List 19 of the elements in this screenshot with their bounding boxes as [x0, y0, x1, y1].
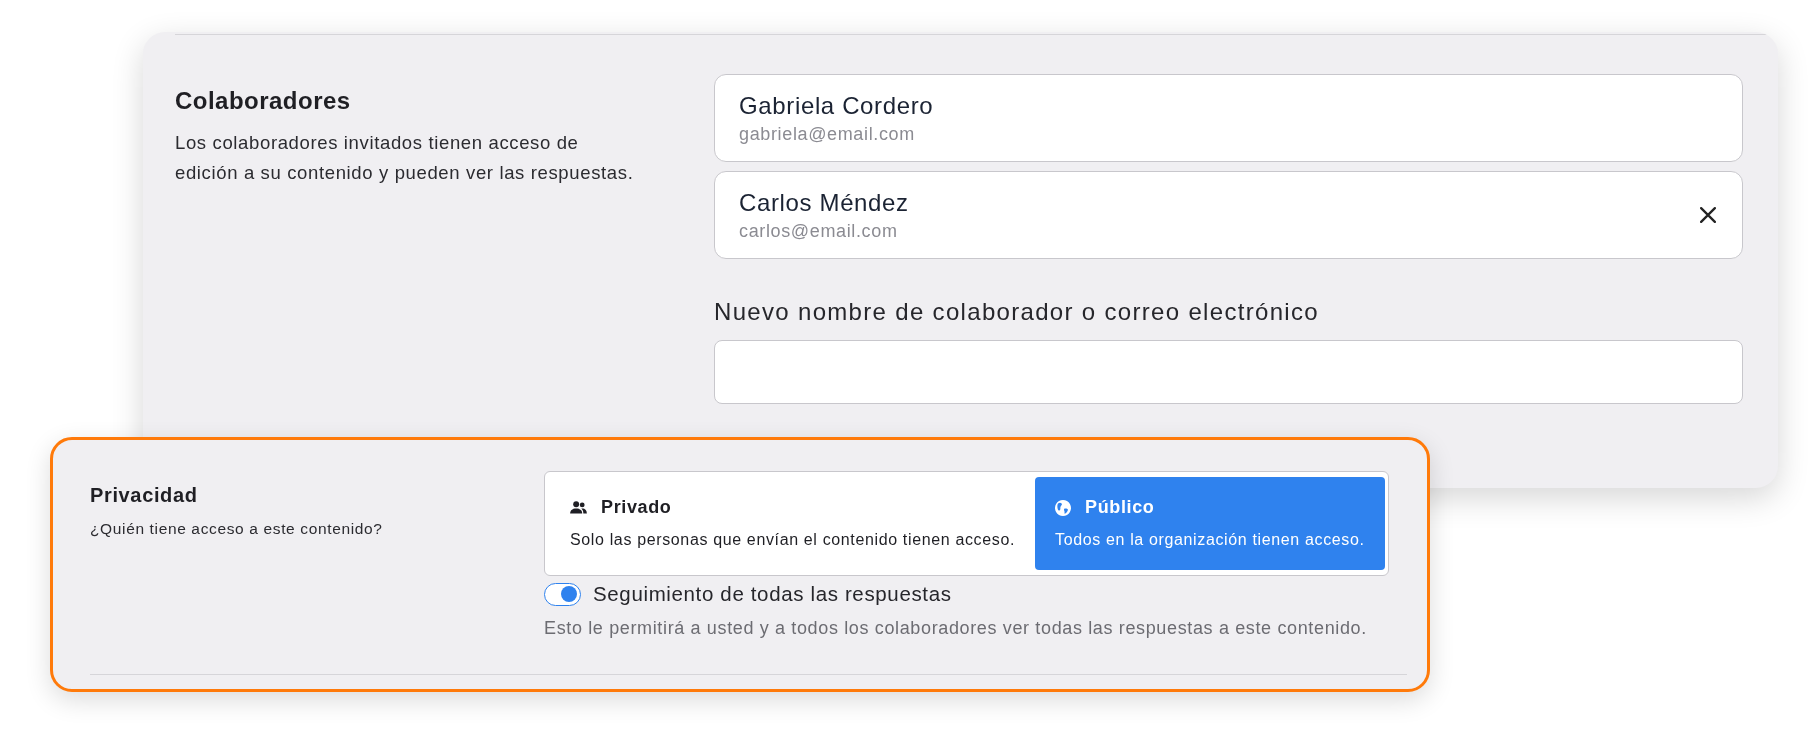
- section-description: ¿Quién tiene acceso a este contenido?: [90, 520, 384, 538]
- collaborator-field[interactable]: Carlos Méndez carlos@email.com: [714, 171, 1743, 259]
- section-title: Privacidad: [90, 484, 199, 507]
- toggle-switch[interactable]: [544, 582, 581, 606]
- collaborator-name: Carlos Méndez: [739, 188, 909, 217]
- privacy-option[interactable]: Público Todos en la organización tienen acceso.: [1035, 477, 1385, 570]
- globe-icon: [1055, 499, 1071, 516]
- people-icon: [570, 501, 587, 514]
- collaborator-field[interactable]: Gabriela Cordero gabriela@email.com: [714, 74, 1743, 162]
- toggle-label: Seguimiento de todas las respuestas: [593, 582, 952, 606]
- field-label: Nuevo nombre de colaborador o correo electrónico: [714, 298, 1320, 326]
- collaborator-name: Gabriela Cordero: [739, 91, 934, 120]
- input-field[interactable]: [714, 340, 1743, 404]
- close-icon[interactable]: [1700, 207, 1716, 223]
- collaborator-email: gabriela@email.com: [739, 123, 916, 145]
- collaborator-email: carlos@email.com: [739, 220, 899, 242]
- section-title: Colaboradores: [175, 86, 352, 116]
- help-text: Esto le permitirá a usted y a todos los colaboradores ver todas las respuestas a este contenido.: [544, 618, 1368, 639]
- section-description: Los colaboradores invitados tienen acceso de edición a su contenido y pueden ver las respuestas.: [175, 131, 635, 185]
